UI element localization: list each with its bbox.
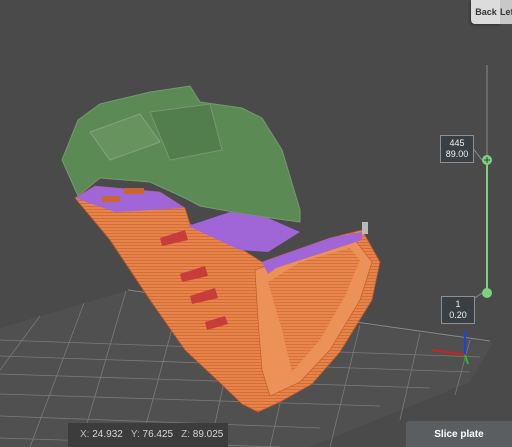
bottom-layer-height: 0.20 (449, 310, 467, 320)
top-layer-height: 89.00 (445, 149, 469, 159)
3d-viewport[interactable] (0, 0, 512, 447)
slice-plate-button[interactable]: Slice plate (406, 421, 512, 447)
view-cube-left-face[interactable]: Left (500, 0, 512, 24)
coord-z: Z: 89.025 (181, 429, 224, 440)
coord-y: Y: 76.425 (130, 429, 174, 440)
view-cube-back-face[interactable]: Back (471, 0, 501, 24)
bottom-layer-number: 1 (455, 299, 461, 309)
layer-slider[interactable] (471, 65, 492, 301)
cursor-coordinates: X: 24.932 Y: 76.425 Z: 89.025 (68, 423, 228, 447)
layer-slider-bottom-handle[interactable] (482, 288, 492, 298)
top-layer-number: 445 (449, 138, 465, 148)
top-layer-label: 445 89.00 (440, 135, 474, 163)
bottom-layer-label: 1 0.20 (441, 296, 475, 324)
coord-x: X: 24.932 (80, 429, 123, 440)
